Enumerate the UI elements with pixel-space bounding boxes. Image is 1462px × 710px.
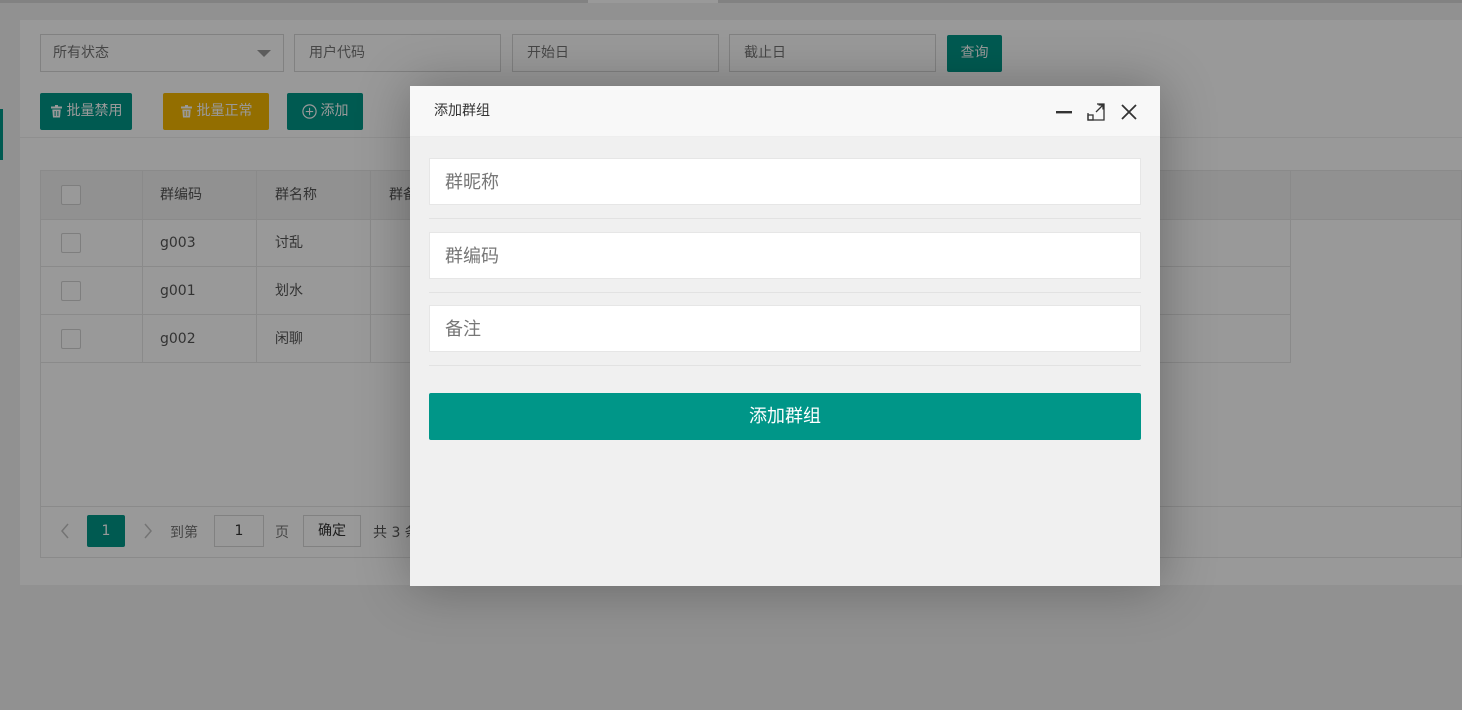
group-nickname-input[interactable] <box>443 159 1131 206</box>
field-separator <box>429 292 1141 293</box>
remark-field[interactable] <box>429 305 1141 353</box>
group-code-input[interactable] <box>443 233 1131 280</box>
field-separator <box>429 365 1141 366</box>
field-separator <box>429 218 1141 219</box>
group-code-field[interactable] <box>429 232 1141 280</box>
add-group-submit-button[interactable]: 添加群组 <box>429 393 1141 440</box>
dialog-header: 添加群组 <box>410 86 1160 137</box>
maximize-icon[interactable] <box>1087 103 1105 121</box>
minimize-icon[interactable] <box>1055 103 1073 121</box>
close-icon[interactable] <box>1120 103 1138 121</box>
remark-input[interactable] <box>443 306 1131 353</box>
add-group-dialog: 添加群组 添加群组 <box>410 86 1160 586</box>
group-nickname-field[interactable] <box>429 158 1141 206</box>
dialog-title: 添加群组 <box>434 103 490 119</box>
